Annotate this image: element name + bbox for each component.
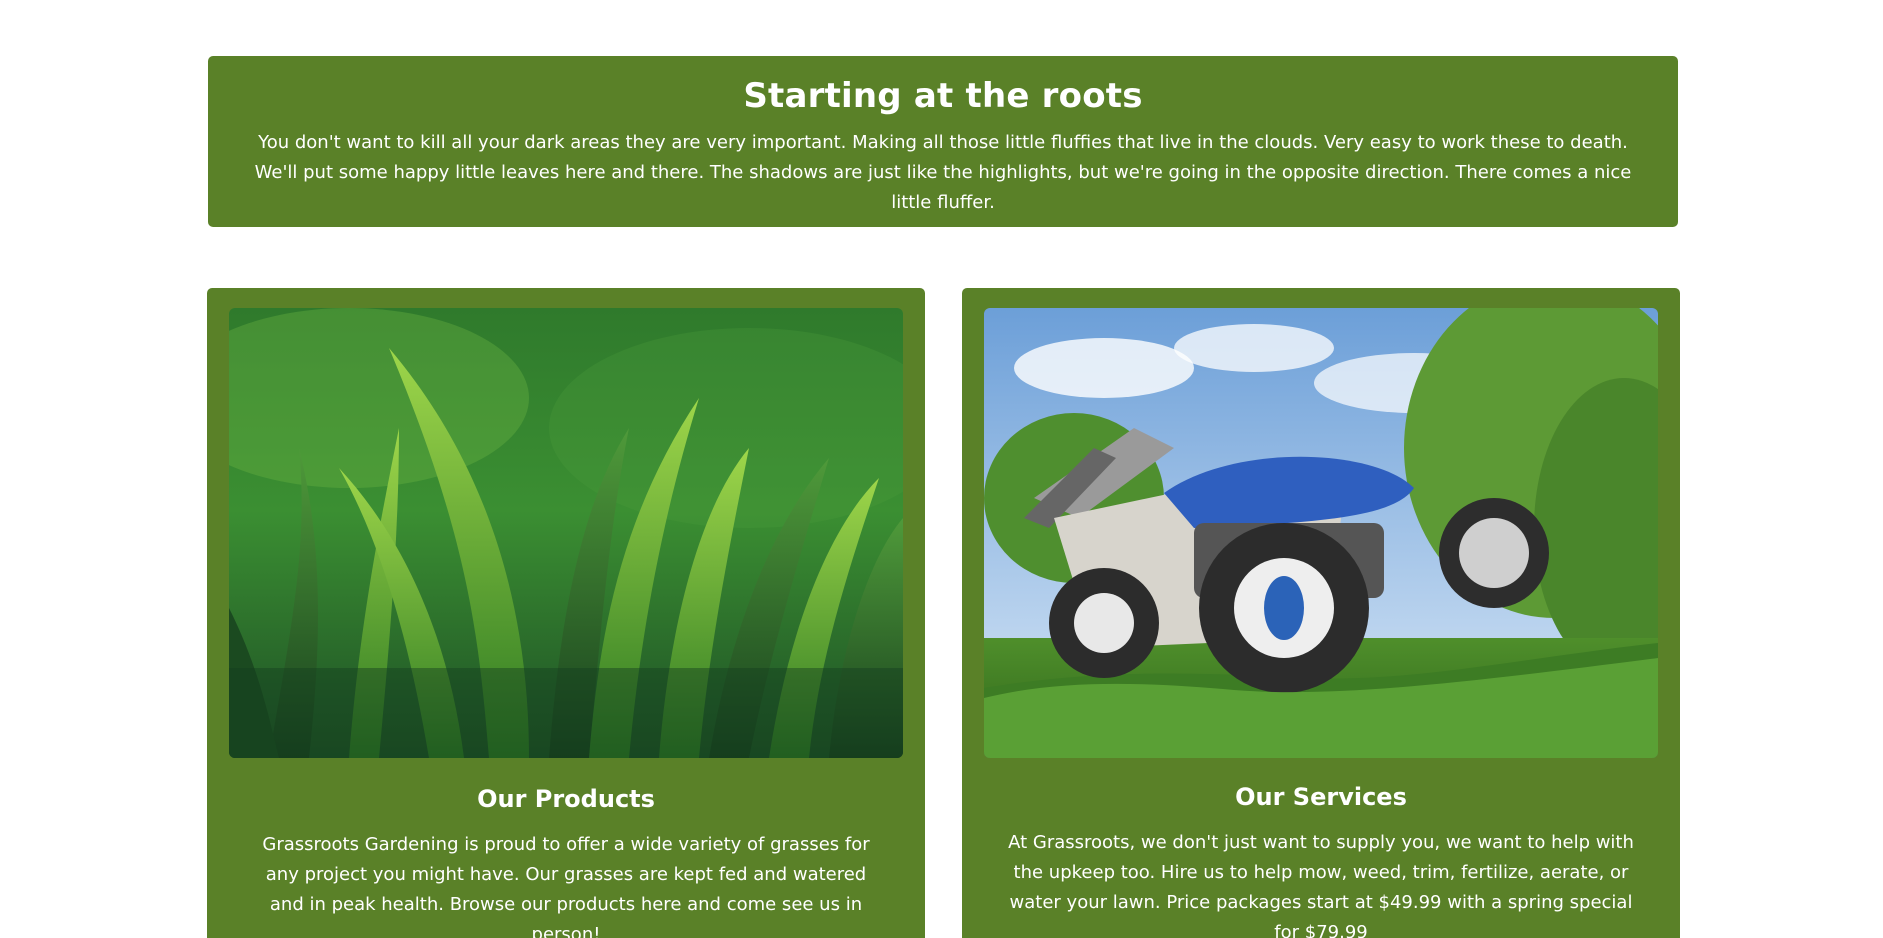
hero-banner: Starting at the roots You don't want to … <box>208 56 1678 227</box>
grass-closeup-photo <box>229 308 903 758</box>
products-title: Our Products <box>477 785 655 813</box>
hero-title: Starting at the roots <box>743 76 1143 116</box>
page: Starting at the roots You don't want to … <box>0 0 1883 938</box>
services-card: Our Services At Grassroots, we don't jus… <box>962 288 1680 938</box>
products-card: Our Products Grassroots Gardening is pro… <box>207 288 925 938</box>
services-text: At Grassroots, we don't just want to sup… <box>1008 832 1634 938</box>
lawn-mower-illustration <box>984 308 1658 758</box>
grass-illustration <box>229 308 903 758</box>
products-text: Grassroots Gardening is proud to offer a… <box>262 834 870 938</box>
lawn-mower-photo <box>984 308 1658 758</box>
services-title: Our Services <box>1235 783 1407 811</box>
hero-text: You don't want to kill all your dark are… <box>254 132 1632 213</box>
